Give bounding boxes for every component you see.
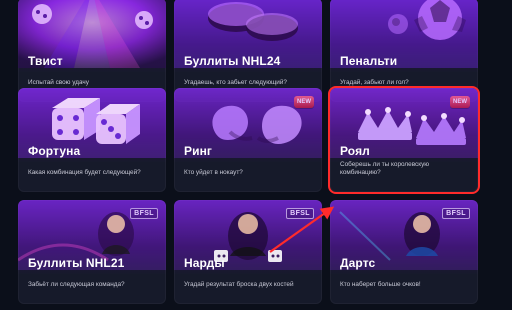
game-subtitle: Кто наберет больше очков! bbox=[340, 280, 421, 288]
game-title: Ринг bbox=[184, 144, 213, 158]
game-subtitle: Угадай результат броска двух костей bbox=[184, 280, 294, 288]
new-badge: NEW bbox=[450, 96, 470, 108]
game-title: Пенальти bbox=[340, 54, 398, 68]
game-card-darts[interactable]: BFSL Дартс Кто наберет больше очков! bbox=[330, 200, 478, 304]
new-badge: NEW bbox=[294, 96, 314, 108]
game-card-ring[interactable]: NEW Ринг Кто уйдет в нокаут? bbox=[174, 88, 322, 192]
game-title: Нарды bbox=[184, 256, 225, 270]
game-subtitle: Угадаешь, кто забьет следующий? bbox=[184, 78, 287, 86]
games-grid: Твист Испытай свою удачу Буллиты NHL24 У… bbox=[18, 0, 494, 310]
game-subtitle: Кто уйдет в нокаут? bbox=[184, 168, 243, 176]
game-card-nardy[interactable]: BFSL Нарды Угадай результат броска двух … bbox=[174, 200, 322, 304]
game-subtitle: Забьёт ли следующая команда? bbox=[28, 280, 125, 288]
game-title: Твист bbox=[28, 54, 63, 68]
game-card-royal[interactable]: NEW Роял Соберешь ли ты королевскую комб… bbox=[328, 86, 480, 194]
game-subtitle: Соберешь ли ты королевскую комбинацию? bbox=[340, 161, 430, 176]
game-card-fortuna[interactable]: Фортуна Какая комбинация будет следующей… bbox=[18, 88, 166, 192]
game-subtitle: Какая комбинация будет следующей? bbox=[28, 168, 141, 176]
game-card-bullets-nhl24[interactable]: Буллиты NHL24 Угадаешь, кто забьет следу… bbox=[174, 0, 322, 102]
league-badge: BFSL bbox=[286, 208, 314, 219]
game-subtitle: Испытай свою удачу bbox=[28, 78, 89, 86]
game-title: Дартс bbox=[340, 256, 376, 270]
game-card-bullets-nhl21[interactable]: BFSL Буллиты NHL21 Забьёт ли следующая к… bbox=[18, 200, 166, 304]
game-title: Буллиты NHL21 bbox=[28, 256, 125, 270]
game-title: Роял bbox=[340, 144, 370, 158]
league-badge: BFSL bbox=[442, 208, 470, 219]
game-card-tvist[interactable]: Твист Испытай свою удачу bbox=[18, 0, 166, 102]
game-subtitle: Угадай, забьют ли гол? bbox=[340, 78, 409, 86]
game-title: Фортуна bbox=[28, 144, 81, 158]
game-title: Буллиты NHL24 bbox=[184, 54, 281, 68]
league-badge: BFSL bbox=[130, 208, 158, 219]
game-card-penalty[interactable]: Пенальти Угадай, забьют ли гол? bbox=[330, 0, 478, 102]
